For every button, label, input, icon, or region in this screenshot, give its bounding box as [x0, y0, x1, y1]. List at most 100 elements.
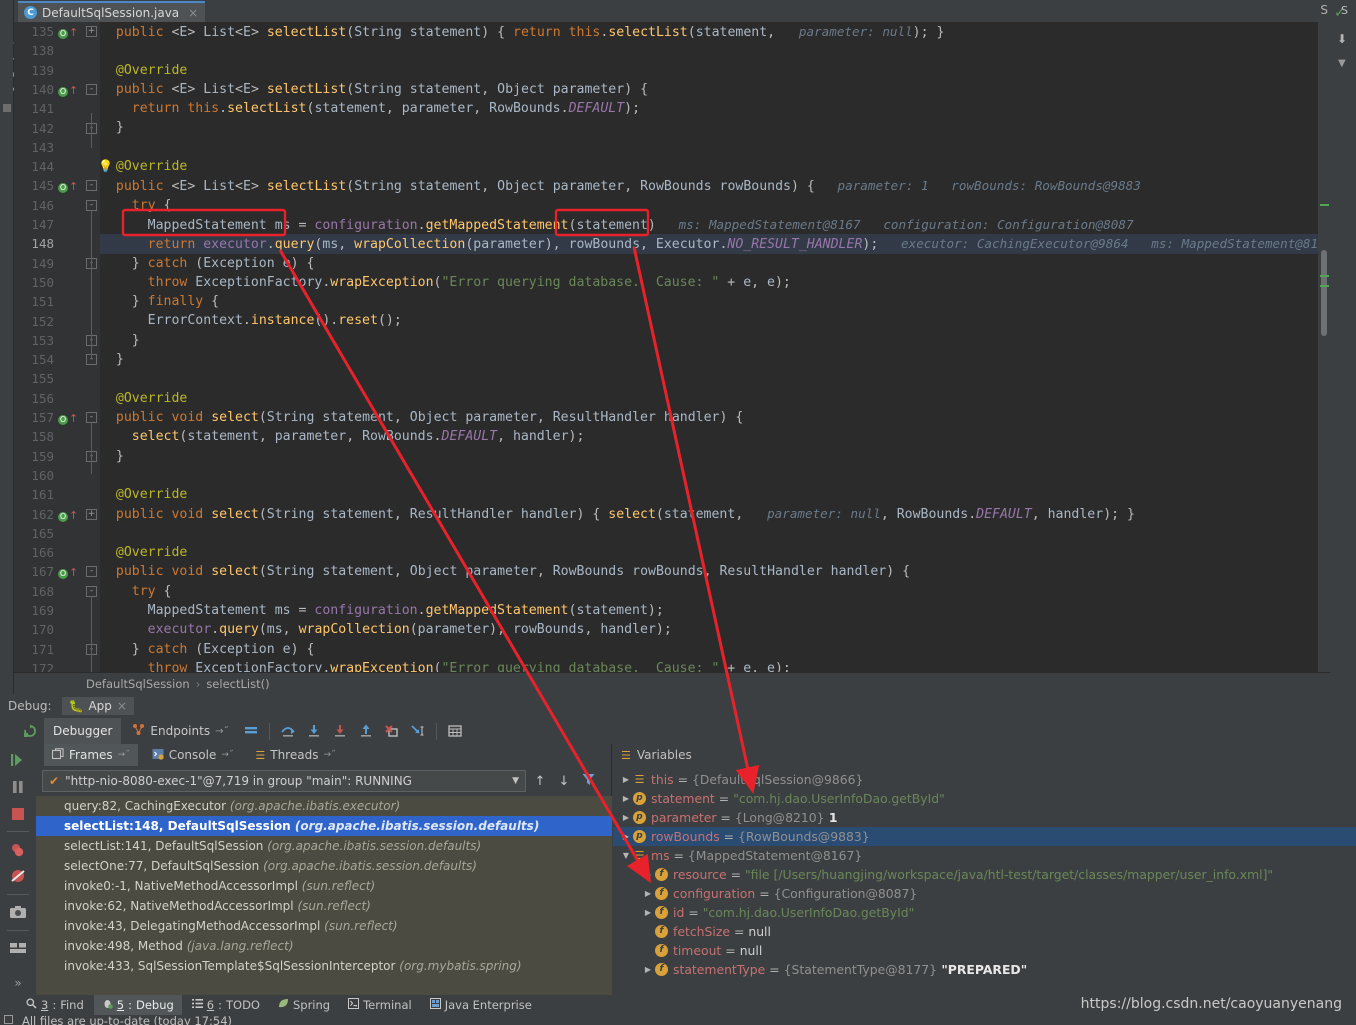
frame-row[interactable]: query:82, CachingExecutor (org.apache.ib… [36, 796, 612, 816]
code-line[interactable]: public <E> List<E> selectList(String sta… [100, 80, 1318, 99]
pause-program-button[interactable] [4, 775, 32, 800]
breadcrumb-method[interactable]: selectList() [206, 677, 269, 691]
code-line[interactable]: ErrorContext.instance().reset(); [100, 311, 1318, 330]
variable-row[interactable]: ▶ f statementType = {StatementType@8177} "PR… [613, 960, 1356, 979]
code-line[interactable]: @Override [100, 61, 1318, 80]
code-line[interactable] [100, 466, 1318, 485]
debug-side-toolbar[interactable]: » [0, 744, 36, 995]
fold-collapse-icon[interactable]: - [86, 180, 97, 192]
more-options-button[interactable]: » [4, 970, 32, 995]
frame-row[interactable]: selectList:148, DefaultSqlSession (org.a… [36, 816, 612, 836]
code-line[interactable]: } [100, 331, 1318, 350]
code-line[interactable]: MappedStatement ms = configuration.getMa… [100, 215, 1318, 234]
code-line[interactable]: try { [100, 582, 1318, 601]
code-line[interactable]: @Override [100, 485, 1318, 504]
tab-debugger[interactable]: Debugger [44, 718, 122, 744]
code-line[interactable]: @Override [100, 157, 1318, 176]
step-over-icon[interactable] [276, 720, 300, 742]
pin-icon[interactable]: →˝ [215, 726, 228, 737]
code-line[interactable]: select(statement, parameter, RowBounds.D… [100, 427, 1318, 446]
show-execution-point-icon[interactable] [239, 720, 263, 742]
scroll-down-icon[interactable]: ⬇ [1337, 32, 1347, 46]
code-line[interactable] [100, 138, 1318, 157]
code-line[interactable]: public void select(String statement, Res… [100, 504, 1318, 523]
variable-row[interactable]: ▶ p statement = "com.hj.dao.UserInfoDao.getB… [613, 789, 1356, 808]
variable-row[interactable]: f fetchSize = null [613, 922, 1356, 941]
override-method-icon[interactable]: O ↑ [58, 84, 78, 97]
run-to-cursor-icon[interactable] [406, 720, 430, 742]
frame-down-button[interactable]: ↓ [554, 774, 574, 789]
chevron-down-icon[interactable]: ▼ [512, 776, 519, 786]
override-method-icon[interactable]: O ↑ [58, 180, 78, 194]
status-tab-todo[interactable]: 6: TODO [184, 995, 268, 1015]
expand-triangle-icon[interactable]: ▶ [619, 770, 633, 789]
expand-triangle-icon[interactable]: ▶ [641, 903, 655, 922]
editor-tab-defaultsqlsession[interactable]: C DefaultSqlSession.java × [18, 1, 206, 22]
code-line[interactable]: public <E> List<E> selectList(String sta… [100, 22, 1318, 41]
code-line[interactable]: public <E> List<E> selectList(String sta… [100, 176, 1318, 195]
thread-selector-combo[interactable]: ✔ "http-nio-8080-exec-1"@7,719 in group … [42, 770, 526, 792]
code-line[interactable]: } catch (Exception e) { [100, 640, 1318, 659]
variable-row[interactable]: ▶ p parameter = {Long@8210} 1 [613, 808, 1356, 827]
resume-program-button[interactable] [4, 748, 32, 773]
code-line[interactable]: return executor.query(ms, wrapCollection… [100, 234, 1318, 254]
debug-toolbar[interactable]: Debugger Endpoints →˝ [14, 718, 1356, 744]
tab-endpoints[interactable]: Endpoints →˝ [123, 718, 237, 744]
variable-row[interactable]: ▶ f resource = "file [/Users/huangjing/works… [613, 865, 1356, 884]
code-line[interactable]: @Override [100, 389, 1318, 408]
code-line[interactable] [100, 524, 1318, 543]
status-tab-debug[interactable]: 5: Debug [93, 995, 182, 1015]
step-into-icon[interactable] [302, 720, 326, 742]
frame-row[interactable]: selectOne:77, DefaultSqlSession (org.apa… [36, 856, 612, 876]
expand-triangle-icon[interactable]: ▶ [641, 960, 655, 979]
code-line[interactable]: return this.selectList(statement, parame… [100, 99, 1318, 118]
code-line[interactable]: throw ExceptionFactory.wrapException("Er… [100, 273, 1318, 292]
code-line[interactable]: public void select(String statement, Obj… [100, 408, 1318, 427]
status-tab-spring[interactable]: Spring [270, 995, 338, 1015]
fold-collapse-icon[interactable]: - [86, 566, 97, 578]
layout-settings-button[interactable] [4, 935, 32, 960]
mute-breakpoints-button[interactable] [4, 864, 32, 889]
evaluate-icon[interactable] [443, 720, 467, 742]
frame-row[interactable]: invoke:62, NativeMethodAccessorImpl (sun… [36, 896, 612, 916]
code-line[interactable]: @Override [100, 543, 1318, 562]
pin-icon[interactable]: →˝ [221, 750, 233, 760]
expand-triangle-icon[interactable]: ▶ [641, 865, 655, 884]
variables-tree[interactable]: ▶ ☰ this = {DefaultSqlSession@9866} ▶ p stateme… [613, 770, 1356, 995]
close-icon[interactable]: × [188, 6, 198, 20]
breadcrumb-class[interactable]: DefaultSqlSession [86, 677, 190, 691]
override-method-icon[interactable]: O ↑ [58, 509, 78, 522]
status-tab-java-enterprise[interactable]: Java Enterprise [422, 995, 540, 1015]
tab-threads[interactable]: ☰ Threads →˝ [247, 744, 343, 766]
override-method-icon[interactable]: O ↑ [58, 412, 78, 425]
debug-config-tab-app[interactable]: 🐛 App × [61, 697, 134, 715]
chevron-down-icon[interactable]: ▼ [1338, 58, 1346, 69]
variable-row[interactable]: ▶ f configuration = {Configuration@8087} [613, 884, 1356, 903]
drop-frame-icon[interactable] [380, 720, 404, 742]
code-line[interactable] [100, 41, 1318, 60]
code-editor[interactable]: 135O↑+138139140O↑-141142-143144💡145O↑-14… [14, 22, 1330, 672]
screenshot-button[interactable] [4, 900, 32, 925]
variable-row[interactable]: ▼ ☰ ms = {MappedStatement@8167} [613, 846, 1356, 865]
fold-collapse-icon[interactable]: - [86, 83, 97, 95]
view-breakpoints-button[interactable] [4, 837, 32, 862]
expand-triangle-icon[interactable]: ▶ [619, 808, 633, 827]
variable-row[interactable]: ▶ ☰ this = {DefaultSqlSession@9866} [613, 770, 1356, 789]
tool-window-bar[interactable]: 3: Find 5: Debug 6: TODO Spring Terminal Java En… [18, 995, 540, 1015]
filter-frames-button[interactable] [578, 773, 598, 790]
frames-list[interactable]: query:82, CachingExecutor (org.apache.ib… [36, 796, 612, 995]
force-step-into-icon[interactable] [328, 720, 352, 742]
rerun-icon[interactable] [18, 720, 42, 742]
frame-row[interactable]: invoke:43, DelegatingMethodAccessorImpl … [36, 916, 612, 936]
tab-frames[interactable]: Frames →˝ [44, 744, 138, 766]
pin-icon[interactable]: →˝ [118, 750, 130, 760]
code-line[interactable]: } catch (Exception e) { [100, 254, 1318, 273]
expand-triangle-icon[interactable]: ▶ [641, 884, 655, 903]
pin-icon[interactable]: →˝ [323, 750, 335, 760]
variable-row[interactable]: ▶ p rowBounds = {RowBounds@9883} [613, 827, 1356, 846]
code-line[interactable]: } [100, 350, 1318, 369]
editor-scrollbar[interactable] [1318, 22, 1330, 672]
code-line[interactable]: executor.query(ms, wrapCollection(parame… [100, 620, 1318, 639]
code-lines-container[interactable]: public <E> List<E> selectList(String sta… [100, 22, 1318, 672]
tab-console[interactable]: Console →˝ [144, 744, 242, 766]
